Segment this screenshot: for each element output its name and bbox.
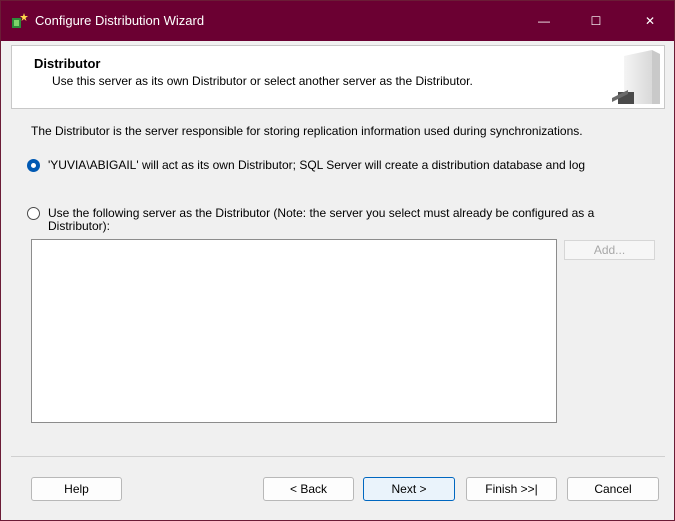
close-icon: ✕ <box>644 14 656 28</box>
option-other-distributor-label[interactable]: Use the following server as the Distribu… <box>48 207 647 233</box>
minimize-button[interactable]: — <box>521 1 567 41</box>
window-title: Configure Distribution Wizard <box>35 13 205 28</box>
page-subtitle: Use this server as its own Distributor o… <box>52 74 473 88</box>
close-button[interactable]: ✕ <box>627 1 673 41</box>
finish-button[interactable]: Finish >>| <box>466 477 557 501</box>
option-self-distributor[interactable]: 'YUVIA\ABIGAIL' will act as its own Dist… <box>27 159 585 172</box>
option-other-distributor[interactable]: Use the following server as the Distribu… <box>27 207 647 233</box>
minimize-icon: — <box>538 14 550 28</box>
help-button[interactable]: Help <box>31 477 122 501</box>
server-tower-icon <box>604 48 662 106</box>
add-button[interactable]: Add... <box>564 240 655 260</box>
maximize-icon: ☐ <box>590 14 602 28</box>
footer-separator <box>11 456 665 457</box>
radio-other-distributor[interactable] <box>27 207 40 220</box>
back-button[interactable]: < Back <box>263 477 354 501</box>
maximize-button[interactable]: ☐ <box>573 1 619 41</box>
next-button[interactable]: Next > <box>363 477 455 501</box>
wizard-window: Configure Distribution Wizard — ☐ ✕ Dist… <box>0 0 675 521</box>
distributor-description: The Distributor is the server responsibl… <box>31 124 583 138</box>
radio-self-distributor[interactable] <box>27 159 40 172</box>
wizard-star-icon <box>11 13 29 29</box>
cancel-button[interactable]: Cancel <box>567 477 659 501</box>
option-self-distributor-label[interactable]: 'YUVIA\ABIGAIL' will act as its own Dist… <box>48 159 585 172</box>
distributor-server-list[interactable] <box>31 239 557 423</box>
title-bar[interactable]: Configure Distribution Wizard — ☐ ✕ <box>1 1 674 41</box>
page-title: Distributor <box>34 56 101 71</box>
wizard-header: Distributor Use this server as its own D… <box>11 45 665 109</box>
